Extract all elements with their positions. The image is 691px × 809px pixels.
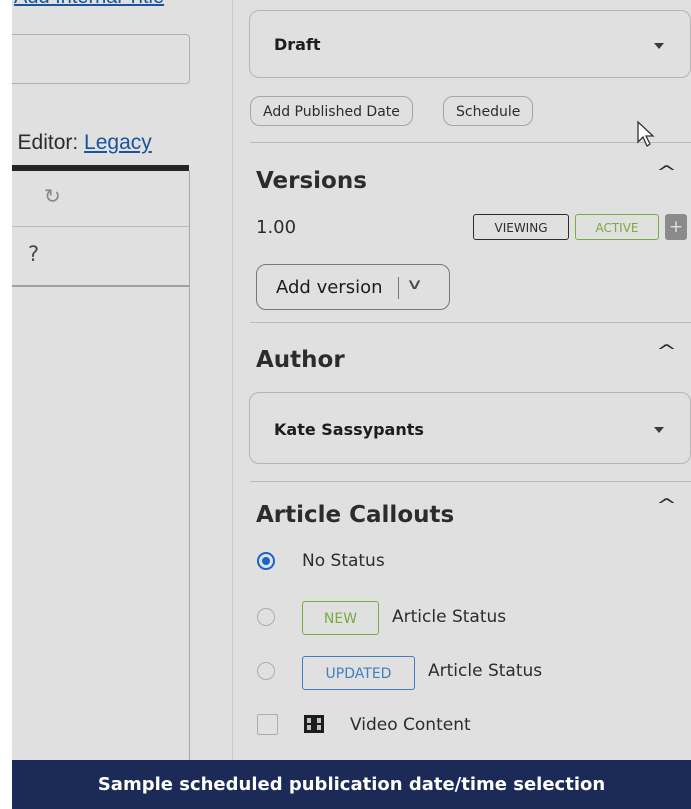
chevron-up-icon[interactable]: ^: [656, 495, 677, 516]
film-icon: [304, 715, 324, 733]
author-title: Author: [256, 347, 345, 373]
schedule-button[interactable]: Schedule: [443, 96, 534, 126]
caption-bar: Sample scheduled publication date/time s…: [12, 760, 691, 809]
chevron-up-icon[interactable]: ^: [656, 341, 677, 362]
author-value: Kate Sassypants: [274, 420, 424, 439]
updated-badge: UPDATED: [302, 656, 415, 690]
redo-icon[interactable]: ↻: [44, 184, 61, 208]
new-badge: NEW: [302, 601, 379, 635]
author-select[interactable]: Kate Sassypants: [249, 392, 691, 464]
new-status-label: Article Status: [392, 607, 507, 627]
status-value: Draft: [274, 35, 321, 54]
legacy-editor-link[interactable]: Legacy: [84, 131, 152, 154]
new-status-radio[interactable]: [257, 608, 275, 626]
screenshot-frame: Add Internal Title n Editor: Legacy ↻ ? …: [0, 0, 691, 809]
add-version-label: Add version: [276, 277, 383, 298]
editor-pane: Add Internal Title n Editor: Legacy ↻ ?: [0, 0, 232, 760]
internal-title-input[interactable]: [0, 34, 190, 84]
chevron-down-icon: [654, 427, 664, 433]
editor-mode-line: n Editor: Legacy: [0, 131, 152, 155]
chevron-down-icon[interactable]: ∨: [406, 275, 424, 293]
add-published-date-button[interactable]: Add Published Date: [250, 96, 413, 126]
no-status-label: No Status: [302, 551, 385, 571]
editor-mode-label: n Editor:: [0, 131, 85, 154]
versions-title: Versions: [256, 168, 367, 194]
button-divider: [398, 277, 399, 299]
chevron-down-icon: [654, 43, 664, 49]
toolbar-row: [0, 171, 189, 227]
active-badge[interactable]: ACTIVE: [575, 214, 659, 240]
add-icon[interactable]: +: [665, 214, 687, 240]
divider: [250, 142, 691, 143]
updated-status-radio[interactable]: [257, 662, 275, 680]
chevron-up-icon[interactable]: ^: [656, 162, 677, 183]
help-icon[interactable]: ?: [28, 242, 39, 266]
article-callouts-title: Article Callouts: [256, 502, 455, 528]
add-version-button[interactable]: Add version ∨: [256, 264, 450, 310]
viewing-badge: VIEWING: [473, 214, 569, 240]
divider: [250, 322, 691, 323]
divider: [250, 481, 691, 482]
status-select[interactable]: Draft: [249, 10, 691, 78]
video-content-label: Video Content: [350, 715, 471, 735]
left-margin: [0, 0, 12, 809]
updated-status-label: Article Status: [428, 661, 543, 681]
version-number: 1.00: [256, 217, 297, 238]
mouse-cursor-icon: [637, 120, 655, 147]
video-content-checkbox[interactable]: [257, 714, 278, 735]
internal-title-link[interactable]: Add Internal Title: [14, 0, 164, 9]
no-status-radio[interactable]: [257, 552, 275, 570]
settings-sidebar: Draft Add Published Date Schedule Versio…: [232, 0, 691, 760]
